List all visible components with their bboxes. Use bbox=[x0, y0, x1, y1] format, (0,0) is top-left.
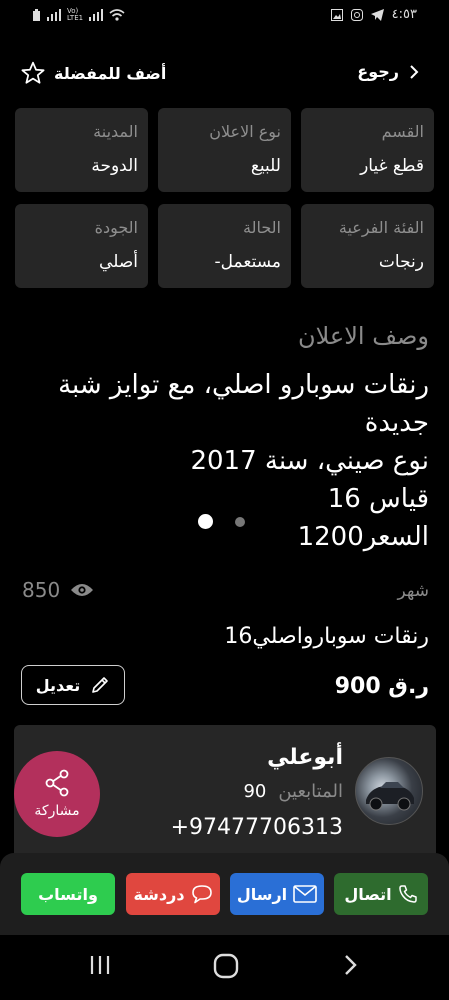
add-to-favorites-button[interactable]: أضف للمفضلة bbox=[20, 60, 166, 86]
whatsapp-label: واتساب bbox=[38, 884, 98, 904]
edit-label: تعديل bbox=[35, 675, 81, 695]
ad-title: رنقات سوبارواصلي16 bbox=[224, 624, 429, 649]
info-card-key: نوع الاعلان bbox=[209, 122, 281, 141]
volte-icon: Vo) LTE1 bbox=[67, 7, 84, 22]
contact-action-bar: اتصال ارسال دردشة واتساب bbox=[0, 853, 449, 935]
info-card-key: الجودة bbox=[94, 218, 138, 237]
signal-icon-2 bbox=[89, 9, 104, 21]
ad-period: شهر bbox=[397, 581, 429, 601]
system-nav-bar bbox=[0, 935, 449, 1000]
call-label: اتصال bbox=[344, 884, 392, 904]
description-line: جديدة bbox=[364, 408, 429, 438]
status-bar: Vo) LTE1 ٤:٥٣ bbox=[0, 0, 449, 32]
info-card-key: القسم bbox=[381, 122, 424, 141]
car-image bbox=[366, 782, 414, 811]
clock: ٤:٥٣ bbox=[391, 7, 417, 22]
seller-phone[interactable]: +97477706313 bbox=[171, 815, 343, 840]
pencil-icon bbox=[92, 677, 109, 693]
chat-bubble-icon bbox=[191, 885, 212, 904]
home-icon[interactable] bbox=[213, 953, 239, 979]
seller-name: أبوعلي bbox=[267, 745, 343, 770]
description-line: رنقات سوبارو اصلي، مع توايز شبة bbox=[58, 370, 429, 400]
seller-avatar[interactable] bbox=[355, 757, 423, 825]
info-card-value: أصلي bbox=[99, 252, 138, 272]
send-message-button[interactable]: ارسال bbox=[230, 873, 324, 915]
send-label: ارسال bbox=[236, 884, 288, 904]
share-icon bbox=[45, 769, 69, 797]
wifi-icon bbox=[109, 9, 125, 21]
info-card-key: الحالة bbox=[243, 218, 281, 237]
info-card-key: الفئة الفرعية bbox=[338, 218, 424, 237]
info-card-category: القسم قطع غيار bbox=[301, 108, 434, 192]
share-label: مشاركة bbox=[34, 803, 80, 819]
battery-icon bbox=[33, 9, 40, 21]
image-icon bbox=[330, 8, 343, 21]
chevron-right-icon bbox=[410, 64, 419, 79]
seller-card: مشاركة أبوعلي المتابعين 90 +97477706313 bbox=[14, 725, 436, 860]
description-line: قياس 16 bbox=[327, 484, 429, 514]
followers-label: المتابعين bbox=[278, 781, 343, 802]
description-line: نوع صيني، سنة 2017 bbox=[190, 446, 429, 476]
back-button[interactable]: رجوع bbox=[357, 62, 419, 81]
info-card-value: الدوحة bbox=[91, 156, 138, 176]
view-count-value: 850 bbox=[22, 578, 61, 602]
chat-label: دردشة bbox=[133, 884, 185, 904]
followers-count: 90 bbox=[243, 781, 267, 802]
seller-followers: المتابعين 90 bbox=[243, 781, 343, 802]
description-title: وصف الاعلان bbox=[297, 322, 429, 350]
instagram-icon bbox=[350, 8, 363, 21]
ad-price: 900 ر.ق bbox=[334, 674, 429, 699]
share-button[interactable]: مشاركة bbox=[14, 751, 100, 837]
page-dot[interactable] bbox=[235, 516, 245, 527]
info-card-value: للبيع bbox=[250, 156, 281, 176]
eye-icon bbox=[71, 584, 94, 596]
info-card-city: المدينة الدوحة bbox=[15, 108, 148, 192]
chat-button[interactable]: دردشة bbox=[126, 873, 220, 915]
back-label: رجوع bbox=[357, 62, 399, 81]
view-count: 850 bbox=[22, 578, 94, 602]
info-card-value: رنجات bbox=[378, 252, 424, 272]
info-card-key: المدينة bbox=[93, 122, 138, 141]
info-card-value: قطع غيار bbox=[360, 156, 424, 176]
telegram-icon bbox=[370, 8, 384, 21]
whatsapp-button[interactable]: واتساب bbox=[21, 873, 115, 915]
page-dot-active[interactable] bbox=[198, 514, 213, 529]
edit-button[interactable]: تعديل bbox=[21, 665, 125, 705]
envelope-icon bbox=[293, 885, 317, 903]
signal-icon bbox=[47, 9, 61, 21]
info-card-quality: الجودة أصلي bbox=[15, 204, 148, 288]
header: أضف للمفضلة رجوع bbox=[0, 56, 449, 90]
star-icon bbox=[21, 61, 45, 84]
call-button[interactable]: اتصال bbox=[334, 873, 428, 915]
info-card-ad-type: نوع الاعلان للبيع bbox=[158, 108, 291, 192]
info-card-subcategory: الفئة الفرعية رنجات bbox=[301, 204, 434, 288]
info-card-condition: الحالة مستعمل- bbox=[158, 204, 291, 288]
phone-icon bbox=[398, 885, 417, 903]
back-nav-icon[interactable] bbox=[343, 953, 359, 977]
recent-apps-icon[interactable] bbox=[88, 953, 112, 977]
gallery-pagination bbox=[198, 514, 245, 529]
favorite-label: أضف للمفضلة bbox=[54, 63, 167, 83]
info-card-value: مستعمل- bbox=[214, 252, 281, 272]
